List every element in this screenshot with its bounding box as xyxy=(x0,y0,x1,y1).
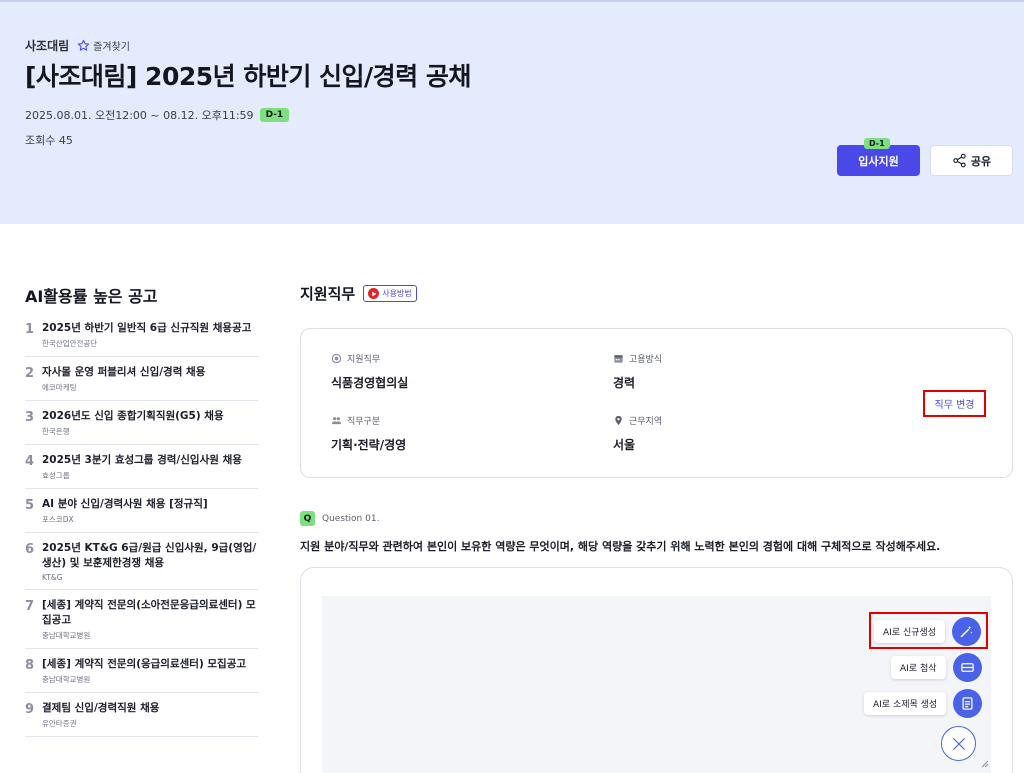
company-label: 효성그룹 xyxy=(42,471,70,480)
sidebar-title: AI활용률 높은 공고 xyxy=(25,287,158,306)
share-button[interactable]: 공유 xyxy=(930,145,1013,176)
company-name[interactable]: 사조대림 xyxy=(25,37,69,54)
list-item[interactable]: 6 2025년 KT&G 6급/원급 신입사원, 9급(영업/생산) 및 보훈제… xyxy=(25,533,258,590)
company-label: 한국산업안전공단 xyxy=(42,339,98,348)
ai-correct-button[interactable]: AI로 첨삭 xyxy=(891,656,946,679)
rank-number: 2 xyxy=(25,366,35,381)
change-job-button[interactable]: 직무 변경 xyxy=(923,390,986,417)
document-icon[interactable] xyxy=(953,689,983,718)
rank-number: 5 xyxy=(25,498,35,513)
employment-value: 경력 xyxy=(613,376,636,390)
company-label: 에코마케팅 xyxy=(42,383,77,392)
question-badge: Q xyxy=(300,511,315,526)
application-period: 2025.08.01. 오전12:00 ~ 08.12. 오후11:59 D-1 xyxy=(25,107,290,123)
location-pin-icon xyxy=(615,415,622,426)
rank-number: 4 xyxy=(25,454,35,469)
apply-wrapper: 입사지원 D-1 xyxy=(837,138,920,176)
ai-subtitle-button[interactable]: AI로 소제목 생성 xyxy=(864,692,947,715)
job-title-link[interactable]: [세종] 계약직 전문의(소아전문응급의료센터) 모집공고 xyxy=(42,598,258,628)
company-label: 충남대학교병원 xyxy=(42,631,91,640)
category-field: 직무구분 기획·전략/경영 xyxy=(331,414,406,453)
dday-badge: D-1 xyxy=(259,108,290,122)
company-label: 유안타증권 xyxy=(42,719,77,728)
company-label: 충남대학교병원 xyxy=(42,675,91,684)
rank-number: 7 xyxy=(25,599,35,614)
edit-box-icon[interactable] xyxy=(952,653,982,682)
play-icon xyxy=(368,288,380,299)
role-value: 식품경영협의실 xyxy=(331,376,409,390)
people-icon xyxy=(331,417,342,425)
rank-number: 8 xyxy=(25,658,35,673)
popular-jobs-list: 1 2025년 하반기 일반직 6급 신규직원 채용공고한국산업안전공단 2 자… xyxy=(25,313,258,737)
list-item[interactable]: 7 [세종] 계약직 전문의(소아전문응급의료센터) 모집공고충남대학교병원 xyxy=(25,590,258,649)
category-label: 직무구분 xyxy=(347,417,381,427)
ai-generate-action[interactable]: AI로 신규생성 xyxy=(874,617,982,646)
job-title-link[interactable]: [세종] 계약직 전문의(응급의료센터) 모집공고 xyxy=(42,657,258,672)
company-label: 한국은행 xyxy=(42,427,70,436)
magic-wand-icon[interactable] xyxy=(952,617,982,646)
list-item[interactable]: 1 2025년 하반기 일반직 6급 신규직원 채용공고한국산업안전공단 xyxy=(25,313,258,357)
category-value: 기획·전략/경영 xyxy=(331,438,407,452)
share-label: 공유 xyxy=(970,154,992,168)
company-label: 포스코DX xyxy=(42,515,74,524)
section-title: 지원직무 xyxy=(300,285,356,303)
list-item[interactable]: 4 2025년 3분기 효성그룹 경력/신입사원 채용효성그룹 xyxy=(25,445,258,489)
question-number: Question 01. xyxy=(322,513,380,524)
apply-button[interactable]: 입사지원 xyxy=(837,145,920,176)
job-role-field: 지원직무 식품경영협의실 xyxy=(331,352,408,391)
howto-label: 사용방법 xyxy=(382,289,412,298)
share-icon xyxy=(953,153,966,168)
list-item[interactable]: 5 AI 분야 신입/경력사원 채용 [정규직] 포스코DX xyxy=(25,489,258,533)
apply-dday-badge: D-1 xyxy=(864,138,890,149)
page-title: [사조대림] 2025년 하반기 신입/경력 공채 xyxy=(25,62,471,91)
job-title-link[interactable]: 2025년 하반기 일반직 6급 신규직원 채용공고 xyxy=(42,321,258,336)
company-label: KT&G xyxy=(42,573,63,582)
list-item[interactable]: 2 자사몰 운영 퍼블리셔 신입/경력 채용에코마케팅 xyxy=(25,357,258,401)
employment-field: 고용방식 경력 xyxy=(613,352,662,391)
job-title-link[interactable]: 2025년 KT&G 6급/원급 신입사원, 9급(영업/생산) 및 보훈제한경… xyxy=(42,541,258,571)
target-icon xyxy=(331,353,342,364)
favorite-button[interactable]: 즐겨찾기 xyxy=(77,38,130,53)
location-value: 서울 xyxy=(613,438,636,452)
list-item[interactable]: 9 결제팀 신입/경력직원 채용유안타증권 xyxy=(25,693,258,737)
list-item[interactable]: 8 [세종] 계약직 전문의(응급의료센터) 모집공고충남대학교병원 xyxy=(25,649,258,693)
close-icon xyxy=(952,737,965,750)
resize-handle-icon[interactable] xyxy=(981,760,989,768)
ai-subtitle-action[interactable]: AI로 소제목 생성 xyxy=(864,689,983,718)
role-label: 지원직무 xyxy=(347,355,381,365)
ai-correct-action[interactable]: AI로 첨삭 xyxy=(891,653,982,682)
view-count: 조회수 45 xyxy=(25,134,73,147)
job-title-link[interactable]: 자사몰 운영 퍼블리셔 신입/경력 채용 xyxy=(42,365,258,380)
rank-number: 6 xyxy=(25,542,35,557)
list-item[interactable]: 3 2026년도 신입 종합기획직원(G5) 채용한국은행 xyxy=(25,401,258,445)
calendar-icon xyxy=(614,355,623,363)
job-section-header: 지원직무 사용방법 xyxy=(300,283,417,304)
favorite-label: 즐겨찾기 xyxy=(93,42,130,53)
period-text: 2025.08.01. 오전12:00 ~ 08.12. 오후11:59 xyxy=(25,109,254,122)
job-header: 사조대림 즐겨찾기 [사조대림] 2025년 하반기 신입/경력 공채 2025… xyxy=(0,0,1024,224)
rank-number: 9 xyxy=(25,702,35,717)
location-field: 근무지역 서울 xyxy=(613,414,662,453)
company-row: 사조대림 즐겨찾기 xyxy=(25,37,130,54)
star-icon xyxy=(77,39,90,51)
question-header: Q Question 01. xyxy=(300,511,379,526)
ai-generate-button[interactable]: AI로 신규생성 xyxy=(874,620,946,643)
rank-number: 1 xyxy=(25,322,35,337)
location-label: 근무지역 xyxy=(629,417,663,427)
job-info-card: 지원직무 식품경영협의실 고용방식 경력 직무구분 기획·전략/경영 근무지역 … xyxy=(300,328,1013,478)
employment-label: 고용방식 xyxy=(629,355,663,365)
job-title-link[interactable]: AI 분야 신입/경력사원 채용 [정규직] xyxy=(42,497,258,512)
rank-number: 3 xyxy=(25,410,35,425)
question-text: 지원 분야/직무와 관련하여 본인이 보유한 역량은 무엇이며, 해당 역량을 … xyxy=(300,540,941,553)
job-title-link[interactable]: 결제팀 신입/경력직원 채용 xyxy=(42,701,258,716)
howto-button[interactable]: 사용방법 xyxy=(363,285,417,302)
close-ai-menu-button[interactable] xyxy=(941,726,976,761)
job-title-link[interactable]: 2025년 3분기 효성그룹 경력/신입사원 채용 xyxy=(42,453,258,468)
job-title-link[interactable]: 2026년도 신입 종합기획직원(G5) 채용 xyxy=(42,409,258,424)
